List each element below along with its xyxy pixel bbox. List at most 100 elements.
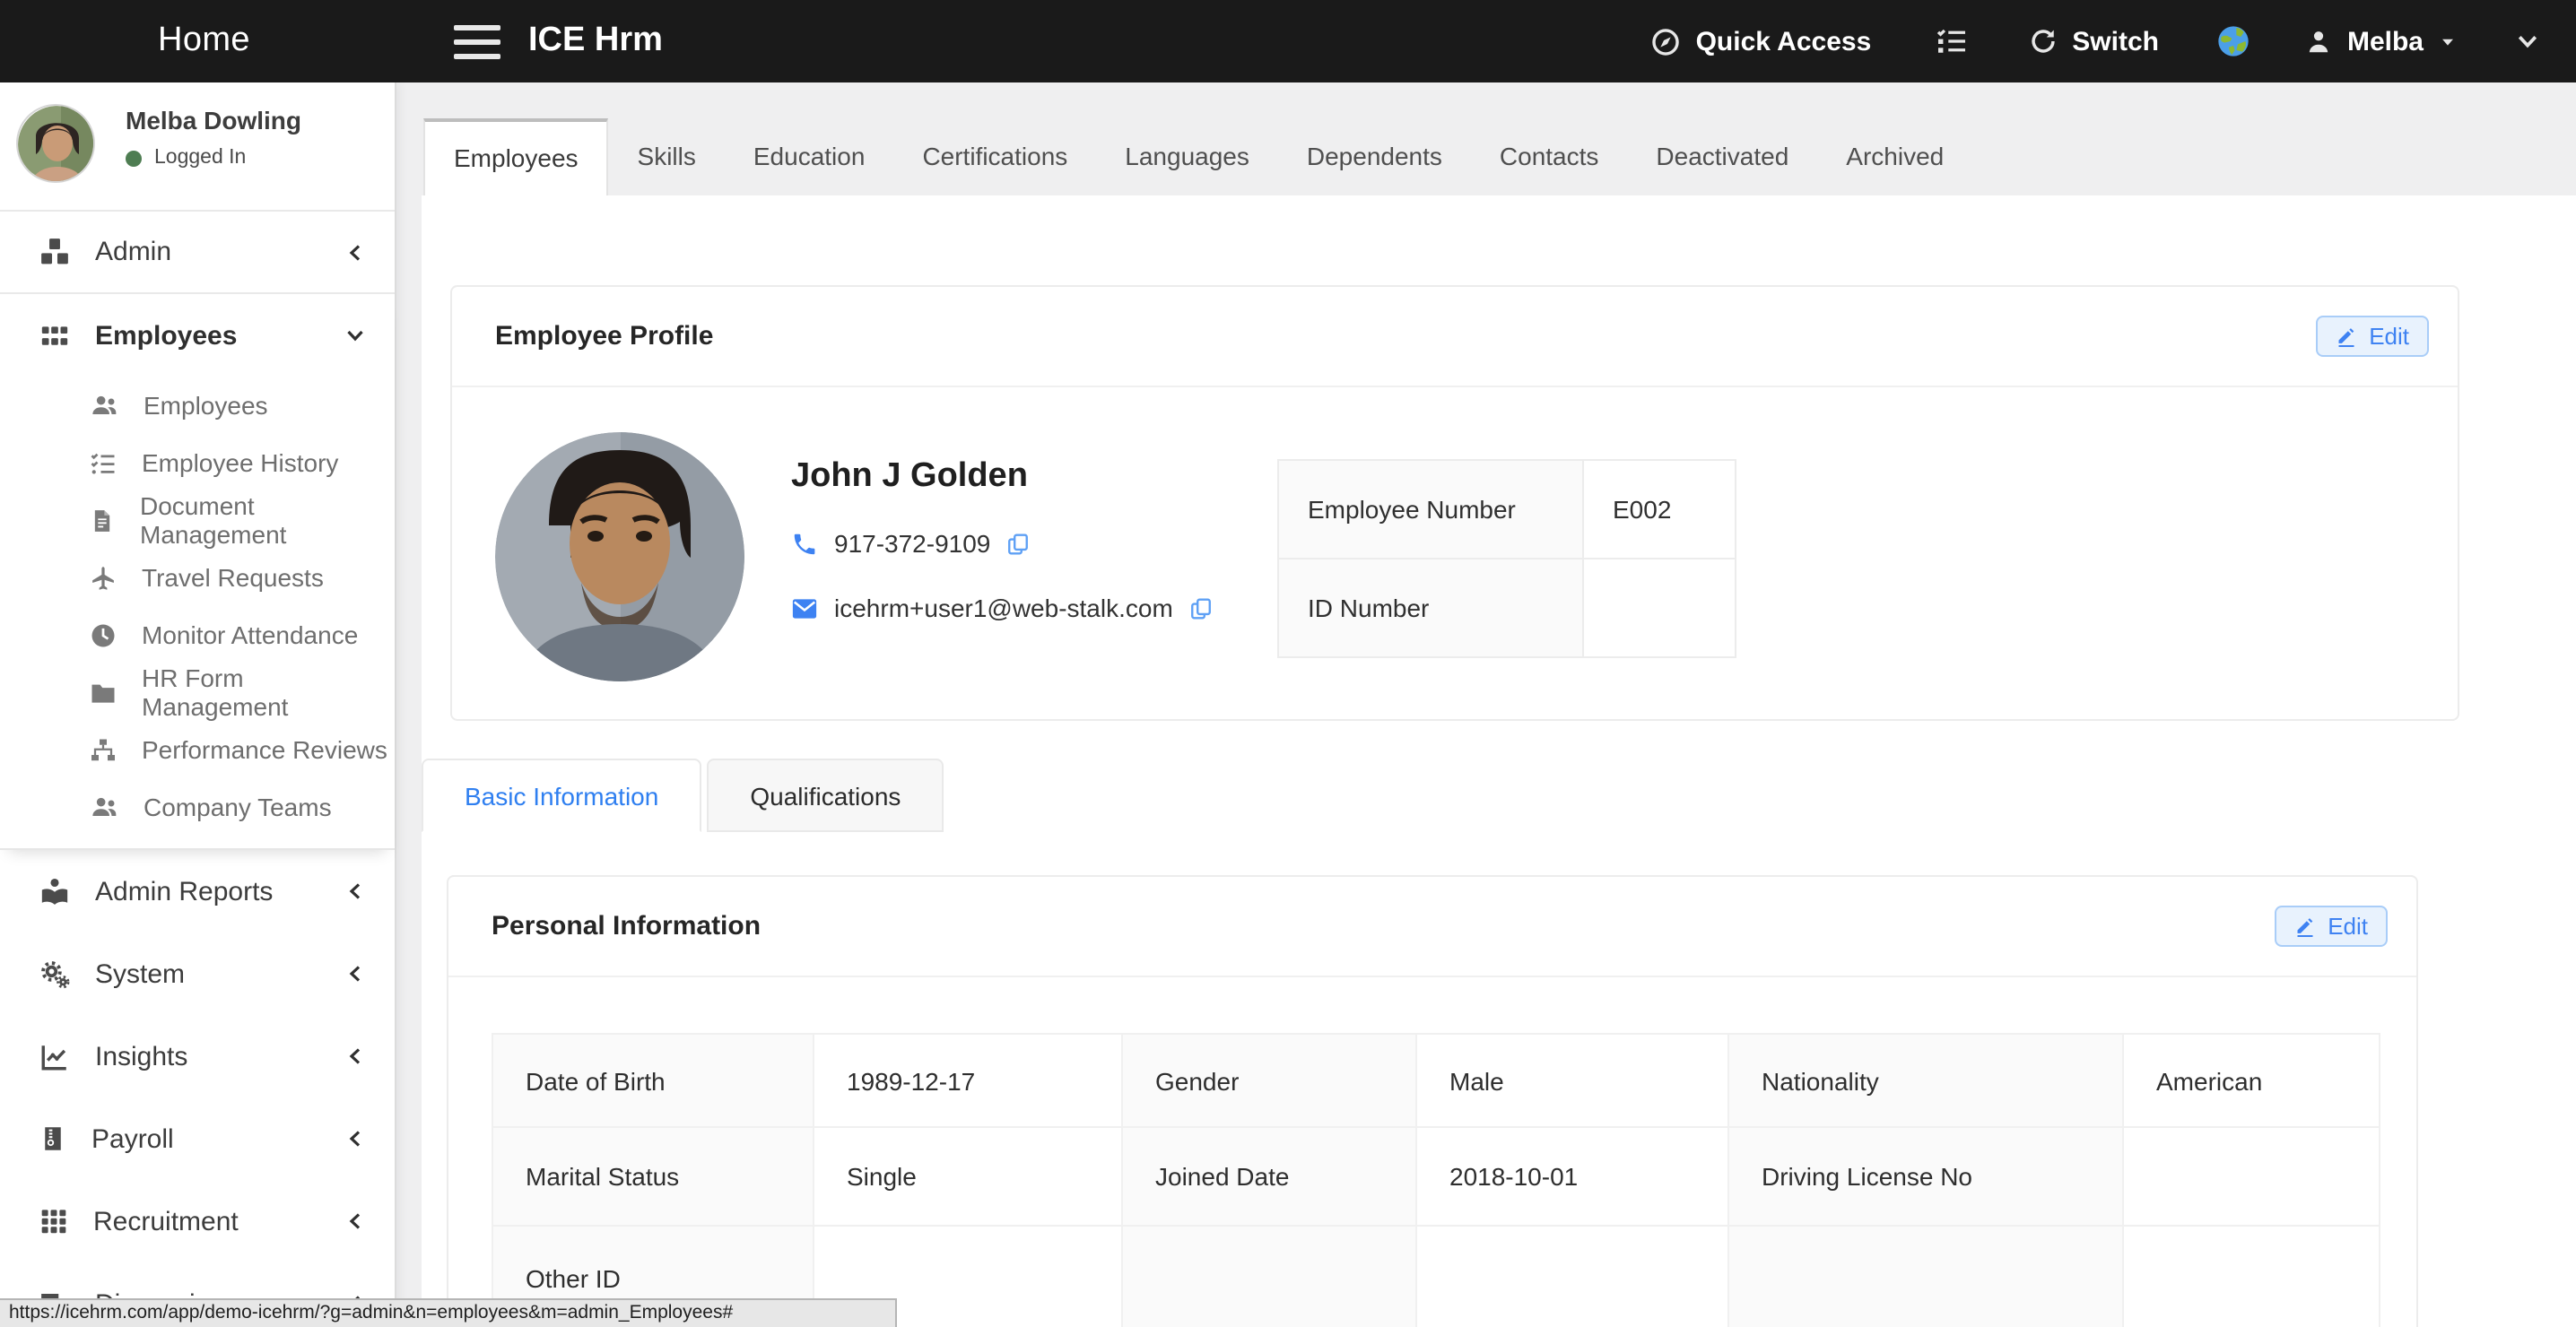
- sidebar-item-label: Insights: [95, 1041, 187, 1071]
- sidebar-subitem-employees[interactable]: Employees: [0, 377, 395, 434]
- phone-row: 917-372-9109: [791, 525, 1213, 561]
- sidebar-item-label: Admin: [95, 237, 171, 267]
- tab-skills[interactable]: Skills: [609, 118, 725, 195]
- personal-card-header: Personal Information Edit: [448, 877, 2416, 977]
- sidebar-subitem-label: Company Teams: [144, 793, 332, 821]
- detail-subtabs: Basic Information Qualifications: [422, 759, 2576, 832]
- subtab-basic-information[interactable]: Basic Information: [422, 759, 701, 832]
- sidebar-subitem-monitor-attendance[interactable]: Monitor Attendance: [0, 606, 395, 664]
- sidebar-item-employees[interactable]: Employees: [0, 294, 395, 377]
- hamburger-icon[interactable]: [455, 24, 501, 58]
- sidebar-subitem-company-teams[interactable]: Company Teams: [0, 778, 395, 836]
- sidebar-subitem-travel-requests[interactable]: Travel Requests: [0, 549, 395, 606]
- quick-access-button[interactable]: Quick Access: [1651, 26, 1872, 56]
- sidebar-subitem-label: Performance Reviews: [142, 735, 387, 764]
- sidebar-subitem-hr-form-management[interactable]: HR Form Management: [0, 664, 395, 721]
- tab-archived[interactable]: Archived: [1817, 118, 1972, 195]
- tab-contacts[interactable]: Contacts: [1471, 118, 1628, 195]
- sidebar-item-insights[interactable]: Insights: [0, 1015, 395, 1097]
- status-dot-icon: [126, 150, 142, 166]
- chart-line-icon: [39, 1041, 70, 1071]
- chevron-left-icon: [344, 241, 366, 263]
- brand-title: ICE Hrm: [528, 22, 663, 61]
- users-icon: [90, 391, 118, 420]
- sidebar-item-admin[interactable]: Admin: [0, 212, 395, 294]
- copy-phone-button[interactable]: [1006, 532, 1030, 555]
- sidebar-item-recruitment[interactable]: Recruitment: [0, 1180, 395, 1262]
- field-label: Driving License No: [1728, 1127, 2123, 1226]
- sidebar-item-label: Admin Reports: [95, 876, 273, 906]
- copy-email-button[interactable]: [1189, 596, 1213, 620]
- sidebar-user-name: Melba Dowling: [126, 106, 301, 134]
- switch-label: Switch: [2072, 26, 2159, 56]
- chevron-left-icon: [344, 963, 366, 984]
- profile-edit-button[interactable]: Edit: [2315, 316, 2429, 357]
- field-value: E002: [1583, 460, 1736, 559]
- sidebar-item-label: Payroll: [91, 1123, 174, 1154]
- rotate-icon: [2029, 27, 2058, 56]
- home-link[interactable]: Home: [158, 22, 250, 61]
- employee-name: John J Golden: [791, 457, 1213, 497]
- navbar-collapse-button[interactable]: [2515, 29, 2540, 54]
- chevron-left-icon: [344, 1128, 366, 1149]
- tasks-button[interactable]: [1936, 25, 1968, 57]
- personal-information-card: Personal Information Edit Date of Birth …: [447, 875, 2418, 1327]
- table-row: Date of Birth 1989-12-17 Gender Male Nat…: [492, 1034, 2380, 1127]
- profile-card-title: Employee Profile: [495, 321, 713, 351]
- file-icon: [90, 507, 115, 533]
- sidebar-subitem-label: HR Form Management: [142, 664, 395, 721]
- switch-button[interactable]: Switch: [2029, 26, 2159, 56]
- personal-edit-button[interactable]: Edit: [2274, 906, 2388, 947]
- tab-dependents[interactable]: Dependents: [1278, 118, 1471, 195]
- tab-certifications[interactable]: Certifications: [893, 118, 1096, 195]
- avatar: [16, 104, 95, 183]
- status-url: https://icehrm.com/app/demo-icehrm/?g=ad…: [9, 1302, 733, 1323]
- field-value: [1416, 1226, 1728, 1327]
- language-globe-button[interactable]: [2216, 23, 2252, 59]
- sidebar-subitem-employee-history[interactable]: Employee History: [0, 434, 395, 491]
- person-icon: [2306, 28, 2333, 55]
- field-label: Gender: [1122, 1034, 1416, 1127]
- sidebar-subitem-performance-reviews[interactable]: Performance Reviews: [0, 721, 395, 778]
- profile-card-header: Employee Profile Edit: [452, 287, 2458, 387]
- sidebar-item-system[interactable]: System: [0, 932, 395, 1015]
- sidebar-subitem-document-management[interactable]: Document Management: [0, 491, 395, 549]
- field-label: [1122, 1226, 1416, 1327]
- sidebar-item-admin-reports[interactable]: Admin Reports: [0, 850, 395, 932]
- sidebar-subitem-label: Employees: [144, 391, 268, 420]
- chevron-left-icon: [344, 880, 366, 902]
- sidebar-subitem-label: Travel Requests: [142, 563, 324, 592]
- field-value: Single: [814, 1127, 1122, 1226]
- personal-card-title: Personal Information: [492, 911, 761, 941]
- sidebar-item-label: System: [95, 958, 185, 989]
- chevron-left-icon: [344, 1210, 366, 1232]
- gears-icon: [39, 958, 70, 989]
- sidebar: Melba Dowling Logged In Admin Employees: [0, 82, 396, 1327]
- field-label: [1728, 1226, 2123, 1327]
- employee-photo: [495, 432, 744, 681]
- sidebar-nav: Admin Employees Employees Employee Histo…: [0, 212, 395, 1327]
- user-menu[interactable]: Melba: [2306, 26, 2458, 56]
- tab-employees[interactable]: Employees: [423, 118, 609, 195]
- edit-label: Edit: [2328, 913, 2368, 940]
- employee-profile-card: Employee Profile Edit: [450, 285, 2459, 721]
- sidebar-user-panel: Melba Dowling Logged In: [0, 82, 395, 212]
- field-value: [2123, 1226, 2380, 1327]
- envelope-icon: [791, 594, 818, 621]
- sidebar-subitem-label: Employee History: [142, 448, 338, 477]
- sidebar-item-payroll[interactable]: Payroll: [0, 1097, 395, 1180]
- tab-content-panel: Employee Profile Edit: [422, 195, 2576, 1327]
- field-value: 1989-12-17: [814, 1034, 1122, 1127]
- tab-languages[interactable]: Languages: [1096, 118, 1278, 195]
- chevron-left-icon: [344, 1045, 366, 1067]
- sidebar-subitem-label: Monitor Attendance: [142, 620, 358, 649]
- chevron-down-icon: [2515, 29, 2540, 54]
- caret-down-icon: [2438, 31, 2458, 51]
- subtab-qualifications[interactable]: Qualifications: [707, 759, 944, 832]
- tab-education[interactable]: Education: [725, 118, 894, 195]
- tasks-icon: [1936, 25, 1968, 57]
- chevron-down-icon: [344, 325, 366, 346]
- tab-deactivated[interactable]: Deactivated: [1627, 118, 1817, 195]
- table-row: Employee Number E002: [1278, 460, 1736, 559]
- globe-icon: [2216, 23, 2252, 59]
